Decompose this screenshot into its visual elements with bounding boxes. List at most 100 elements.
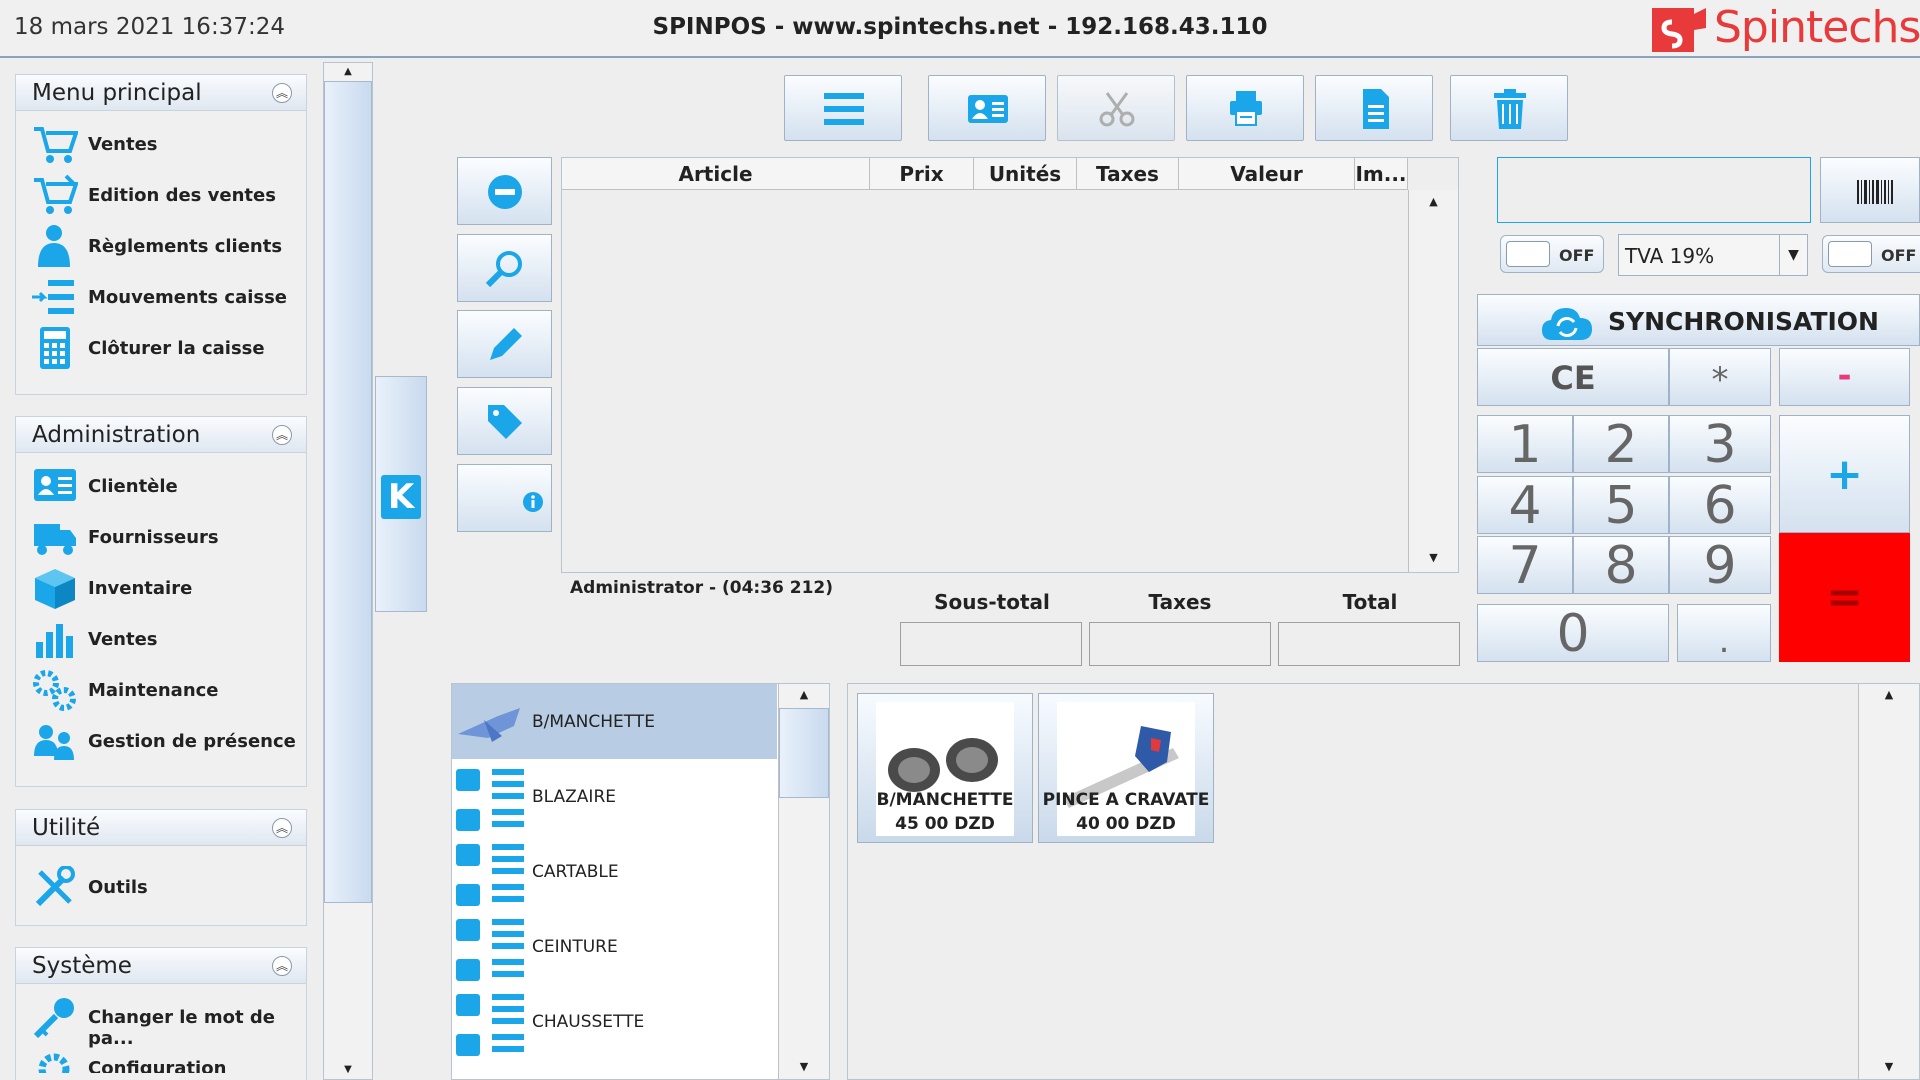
toggle-switch-2[interactable]: OFF xyxy=(1822,235,1920,273)
key-ce[interactable]: CE xyxy=(1477,348,1669,406)
barcode-input[interactable] xyxy=(1497,157,1811,223)
menu-item-ventes[interactable]: Ventes xyxy=(16,119,306,170)
users-icon xyxy=(34,725,74,760)
column-header[interactable]: Taxes xyxy=(1077,158,1179,190)
info-button[interactable] xyxy=(457,464,552,532)
document-button[interactable] xyxy=(1315,75,1433,141)
print-button[interactable] xyxy=(1186,75,1304,141)
menu-item-clientele[interactable]: Clientèle xyxy=(16,461,306,512)
menu-item-admin-ventes[interactable]: Ventes xyxy=(16,614,306,665)
menu-item-gestion-presence[interactable]: Gestion de présence xyxy=(16,716,306,767)
remove-line-button[interactable] xyxy=(457,157,552,225)
key-4[interactable]: 4 xyxy=(1477,476,1573,535)
list-item[interactable]: B/MANCHETTE xyxy=(452,684,777,759)
edit-button[interactable] xyxy=(457,310,552,378)
customer-button[interactable] xyxy=(928,75,1046,141)
column-header[interactable]: Im... xyxy=(1355,158,1408,190)
key-decimal[interactable]: . xyxy=(1677,604,1771,662)
key-8[interactable]: 8 xyxy=(1573,536,1669,595)
scrollbar-thumb[interactable] xyxy=(779,708,829,798)
menu-item-cloturer-caisse[interactable]: Clôturer la caisse xyxy=(16,323,306,374)
list-item[interactable]: CARTABLE xyxy=(452,834,777,909)
collapse-icon[interactable]: ︽ xyxy=(272,818,292,838)
scroll-up-icon[interactable]: ▲ xyxy=(1859,684,1919,706)
menu-label: Maintenance xyxy=(88,680,219,701)
key-equals[interactable]: = xyxy=(1779,533,1910,662)
cash-movement-icon xyxy=(32,280,74,314)
list-item[interactable]: CEINTURE xyxy=(452,909,777,984)
list-item[interactable]: CHAUSSETTE xyxy=(452,984,777,1059)
product-grid[interactable]: B/MANCHETTE 45 00 DZD PINCE A CRAVATE 40… xyxy=(847,683,1920,1080)
product-tile[interactable]: B/MANCHETTE 45 00 DZD xyxy=(857,693,1033,843)
key-2[interactable]: 2 xyxy=(1573,415,1669,474)
key-9[interactable]: 9 xyxy=(1669,536,1771,595)
menu-item-configuration[interactable]: Configuration xyxy=(16,1043,306,1073)
collapse-icon[interactable]: ︽ xyxy=(272,83,292,103)
tools-icon xyxy=(35,866,75,907)
panel-systeme: Système ︽ Changer le mot de pa... Config… xyxy=(15,947,307,1080)
scroll-down-icon[interactable]: ▼ xyxy=(779,1056,829,1078)
menu-label: Inventaire xyxy=(88,578,193,599)
menu-item-fournisseurs[interactable]: Fournisseurs xyxy=(16,512,306,563)
column-header[interactable]: Article xyxy=(562,158,870,190)
category-scrollbar[interactable]: ▲ ▼ xyxy=(778,684,829,1079)
scroll-up-icon[interactable]: ▲ xyxy=(779,684,829,706)
barcode-button[interactable] xyxy=(1820,157,1920,223)
sync-button[interactable]: SYNCHRONISATION xyxy=(1477,294,1920,346)
menu-item-inventaire[interactable]: Inventaire xyxy=(16,563,306,614)
key-3[interactable]: 3 xyxy=(1669,415,1771,474)
column-header[interactable]: Unités xyxy=(974,158,1077,190)
barcode-icon xyxy=(1857,180,1893,204)
panel-header[interactable]: Système ︽ xyxy=(16,948,306,984)
discount-button[interactable] xyxy=(457,387,552,455)
table-scrollbar[interactable]: ▲ ▼ xyxy=(1408,190,1458,572)
collapse-sidebar-button[interactable]: K xyxy=(375,376,427,612)
ticket-table[interactable]: Article Prix Unités Taxes Valeur Im... ▲… xyxy=(561,157,1459,573)
key-minus[interactable]: - xyxy=(1779,348,1910,406)
scroll-down-icon[interactable]: ▼ xyxy=(1859,1056,1919,1078)
menu-item-mouvements-caisse[interactable]: Mouvements caisse xyxy=(16,272,306,323)
scroll-down-icon[interactable]: ▼ xyxy=(1409,546,1458,570)
column-header[interactable]: Prix xyxy=(870,158,974,190)
column-header[interactable]: Valeur xyxy=(1179,158,1355,190)
tva-select[interactable]: TVA 19% ▼ xyxy=(1618,234,1808,276)
key-0[interactable]: 0 xyxy=(1477,604,1669,663)
menu-button[interactable] xyxy=(784,75,902,141)
menu-item-reglements-clients[interactable]: Règlements clients xyxy=(16,221,306,272)
list-item[interactable]: BLAZAIRE xyxy=(452,759,777,834)
hamburger-icon xyxy=(824,93,864,125)
menu-item-edition-ventes[interactable]: Edition des ventes xyxy=(16,170,306,221)
panel-header[interactable]: Menu principal ︽ xyxy=(16,75,306,111)
product-scrollbar[interactable]: ▲ ▼ xyxy=(1858,684,1919,1079)
panel-header[interactable]: Utilité ︽ xyxy=(16,810,306,846)
menu-label: Gestion de présence xyxy=(88,731,296,752)
menu-item-changer-mot-de-passe[interactable]: Changer le mot de pa... xyxy=(16,992,306,1049)
sidebar-scrollbar[interactable]: ▲ ▼ xyxy=(323,62,373,1080)
toggle-state: OFF xyxy=(1559,246,1595,265)
collapse-icon[interactable]: ︽ xyxy=(272,425,292,445)
key-1[interactable]: 1 xyxy=(1477,415,1573,474)
key-6[interactable]: 6 xyxy=(1669,476,1771,535)
chevron-down-icon[interactable]: ▼ xyxy=(1779,235,1807,275)
collapse-icon[interactable]: ︽ xyxy=(272,956,292,976)
key-7[interactable]: 7 xyxy=(1477,536,1573,595)
scroll-up-icon[interactable]: ▲ xyxy=(324,63,372,81)
menu-item-outils[interactable]: Outils xyxy=(16,862,306,913)
scrollbar-thumb[interactable] xyxy=(324,81,372,903)
key-plus[interactable]: + xyxy=(1779,415,1910,533)
list-icon xyxy=(456,769,524,831)
search-button[interactable] xyxy=(457,234,552,302)
menu-item-maintenance[interactable]: Maintenance xyxy=(16,665,306,716)
panel-header[interactable]: Administration ︽ xyxy=(16,417,306,453)
key-5[interactable]: 5 xyxy=(1573,476,1669,535)
delete-button[interactable] xyxy=(1450,75,1568,141)
scroll-up-icon[interactable]: ▲ xyxy=(1409,190,1458,214)
product-tile[interactable]: PINCE A CRAVATE 40 00 DZD xyxy=(1038,693,1214,843)
key-multiply[interactable]: * xyxy=(1669,348,1771,406)
user-status: Administrator - (04:36 212) xyxy=(570,578,834,598)
category-list[interactable]: B/MANCHETTE BLAZAIRE CARTABLE CEINTURE C… xyxy=(451,683,830,1080)
toggle-switch[interactable]: OFF xyxy=(1500,235,1604,273)
scroll-down-icon[interactable]: ▼ xyxy=(324,1061,372,1079)
split-button[interactable] xyxy=(1057,75,1175,141)
collapse-left-icon: K xyxy=(381,475,421,519)
